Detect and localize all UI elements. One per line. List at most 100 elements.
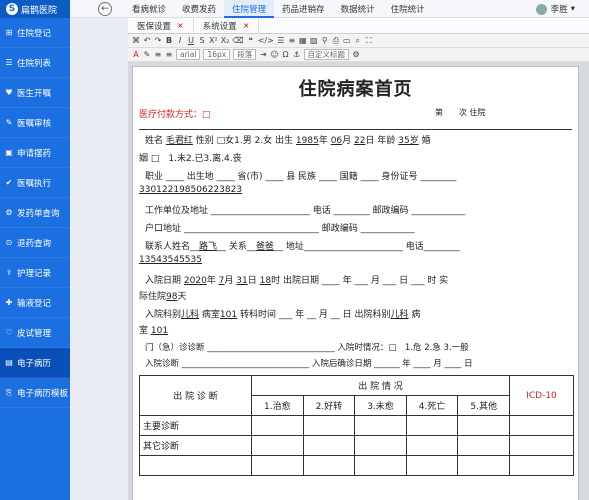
back-icon[interactable]: ← (98, 1, 112, 16)
bold-icon[interactable]: B (165, 36, 173, 45)
editor-toolbar-1: ⌘ ↶ ↷ B I U S X² X₂ ⌫ ❝ </> ☰ ≡ ▦ ▨ ⚲ ⎙ ▭ ⌕ ⛶ (128, 34, 589, 48)
th-cured: 1.治愈 (251, 395, 304, 416)
sidebar-icon: ✎ (5, 118, 13, 127)
sub-tab-label: 系统设置 (202, 21, 237, 32)
tab-4[interactable]: 数据统计 (333, 0, 383, 18)
th-uncured: 3.未愈 (354, 395, 407, 416)
print-icon[interactable]: ⎙ (332, 36, 340, 46)
sidebar-item-1[interactable]: ☰ 住院列表 (0, 48, 70, 78)
close-icon[interactable]: × (243, 21, 250, 30)
italic-icon[interactable]: I (176, 36, 184, 45)
row-job: 职业 ____ 出生地 ____ 省(市) ____ 县 民族 ____ 国籍 … (145, 172, 457, 182)
undo-icon[interactable]: ↶ (143, 36, 151, 45)
sidebar-item-8[interactable]: ⚕ 护理记录 (0, 258, 70, 288)
search-icon[interactable]: ⌕ (354, 36, 362, 46)
sidebar-item-label: 住院登记 (17, 28, 52, 39)
sidebar-item-label: 医嘱审核 (17, 118, 52, 129)
tab-5[interactable]: 住院统计 (383, 0, 433, 18)
anchor-icon[interactable]: ⚓ (293, 50, 301, 59)
font-select[interactable]: arial (176, 49, 201, 60)
custom-title-select[interactable]: 自定义标题 (303, 49, 350, 60)
row-admit-diag: 入院诊断 ______________________________ 入院后确… (145, 359, 473, 369)
paragraph-select[interactable]: 段落 (233, 49, 257, 60)
row-main-diag: 主要诊断 (139, 415, 252, 436)
sidebar-icon: ⊞ (5, 28, 13, 37)
sidebar-item-11[interactable]: ▤ 电子病历 (0, 348, 70, 378)
font-color-icon[interactable]: A (132, 50, 140, 59)
sidebar-item-label: 护理记录 (17, 268, 52, 279)
indent-icon[interactable]: ⇥ (259, 50, 267, 59)
omega-icon[interactable]: Ω (282, 50, 290, 59)
app-logo: S 扁鹊医院 (0, 0, 70, 18)
quote-icon[interactable]: ❝ (247, 36, 255, 45)
ordered-list-icon[interactable]: ≡ (288, 36, 296, 45)
th-diagnosis: 出 院 诊 断 (139, 375, 252, 416)
sidebar-item-label: 申请摆药 (17, 148, 52, 159)
align-left-icon[interactable]: ≡ (154, 50, 162, 59)
tab-3[interactable]: 药品进销存 (274, 0, 333, 18)
sub-tab-1[interactable]: 系统设置 × (194, 17, 260, 34)
sidebar-item-2[interactable]: ♥ 医生开嘱 (0, 78, 70, 108)
highlight-icon[interactable]: ✎ (143, 50, 151, 59)
payment-method: 医疗付款方式：□ (139, 110, 211, 120)
sidebar-icon: ✚ (5, 298, 13, 307)
subscript-icon[interactable]: X₂ (221, 36, 230, 45)
clear-format-icon[interactable]: ⌫ (232, 36, 243, 45)
sidebar-item-label: 输液登记 (17, 298, 52, 309)
preview-icon[interactable]: ▭ (343, 36, 351, 45)
sidebar-item-3[interactable]: ✎ 医嘱审核 (0, 108, 70, 138)
avatar (535, 3, 547, 15)
sidebar-item-7[interactable]: ⊙ 退药查询 (0, 228, 70, 258)
link-icon[interactable]: ⚲ (321, 36, 329, 45)
source-icon[interactable]: ⌘ (132, 36, 140, 45)
sidebar-item-label: 医嘱执行 (17, 178, 52, 189)
list-icon[interactable]: ☰ (277, 36, 285, 45)
size-select[interactable]: 16px (203, 49, 231, 60)
fullscreen-icon[interactable]: ⛶ (365, 36, 373, 46)
sidebar-item-4[interactable]: ▣ 申请摆药 (0, 138, 70, 168)
tab-0[interactable]: 看病就诊 (124, 0, 174, 18)
redo-icon[interactable]: ↷ (154, 36, 162, 45)
strike-icon[interactable]: S (198, 36, 206, 45)
sidebar-item-12[interactable]: ⎘ 电子病历模板 (0, 378, 70, 408)
code-icon[interactable]: </> (258, 36, 274, 45)
sidebar-icon: ⚙ (5, 208, 13, 217)
align-center-icon[interactable]: ≡ (165, 50, 173, 59)
close-icon[interactable]: × (177, 21, 184, 30)
sidebar-item-label: 住院列表 (17, 58, 52, 69)
sidebar-item-6[interactable]: ⚙ 发药单查询 (0, 198, 70, 228)
sidebar-icon: ✔ (5, 178, 13, 187)
row-home: 户口地址 ______________________________ 邮政编码… (145, 224, 415, 234)
sidebar-item-9[interactable]: ✚ 输液登记 (0, 288, 70, 318)
superscript-icon[interactable]: X² (209, 36, 218, 45)
sidebar-icon: ⎘ (5, 387, 13, 397)
sidebar-item-5[interactable]: ✔ 医嘱执行 (0, 168, 70, 198)
user-name: 李胜 (550, 5, 568, 15)
sub-tab-bar: 医保设置 × 系统设置 × (128, 17, 589, 34)
sidebar: S 扁鹊医院 ⊞ 住院登记 ☰ 住院列表 ♥ 医生开嘱 ✎ 医嘱审核 ▣ 申请摆药 ✔ 医嘱执行 ⚙ 发药单… (0, 0, 70, 500)
sidebar-icon: ▤ (5, 358, 13, 367)
row-outpatient: 门（急）诊诊断 ______________________________ 入… (145, 343, 469, 353)
row-other-diag: 其它诊断 (139, 435, 252, 456)
row-work: 工作单位及地址 ______________________ 电话 ______… (145, 206, 466, 216)
th-improved: 2.好转 (302, 395, 356, 416)
tab-1[interactable]: 收费发药 (174, 0, 224, 18)
table-icon[interactable]: ▦ (299, 36, 307, 45)
sub-tab-0[interactable]: 医保设置 × (128, 17, 194, 34)
sidebar-item-0[interactable]: ⊞ 住院登记 (0, 18, 70, 48)
th-icd: ICD-10 (509, 375, 574, 416)
id-number: 330122198506223823 (139, 185, 243, 195)
sidebar-item-10[interactable]: ♡ 皮试管理 (0, 318, 70, 348)
contact-phone: 13543545535 (139, 255, 202, 265)
underline-icon[interactable]: U (187, 36, 195, 45)
th-dead: 4.死亡 (405, 395, 459, 416)
sidebar-item-label: 皮试管理 (17, 328, 52, 339)
user-menu[interactable]: 李胜 ▾ (535, 0, 575, 18)
th-status: 出 院 情 况 (251, 375, 510, 396)
document-page[interactable]: 住院病案首页 医疗付款方式：□ 第 次 住院 姓名 毛君红 性别 □女1.男 2… (132, 66, 579, 500)
image-icon[interactable]: ▨ (310, 36, 318, 45)
settings-icon[interactable]: ⚙ (352, 50, 360, 59)
tab-2[interactable]: 住院管理 (224, 0, 275, 18)
th-other: 5.其他 (457, 395, 510, 416)
emoji-icon[interactable]: ☺ (270, 50, 278, 59)
